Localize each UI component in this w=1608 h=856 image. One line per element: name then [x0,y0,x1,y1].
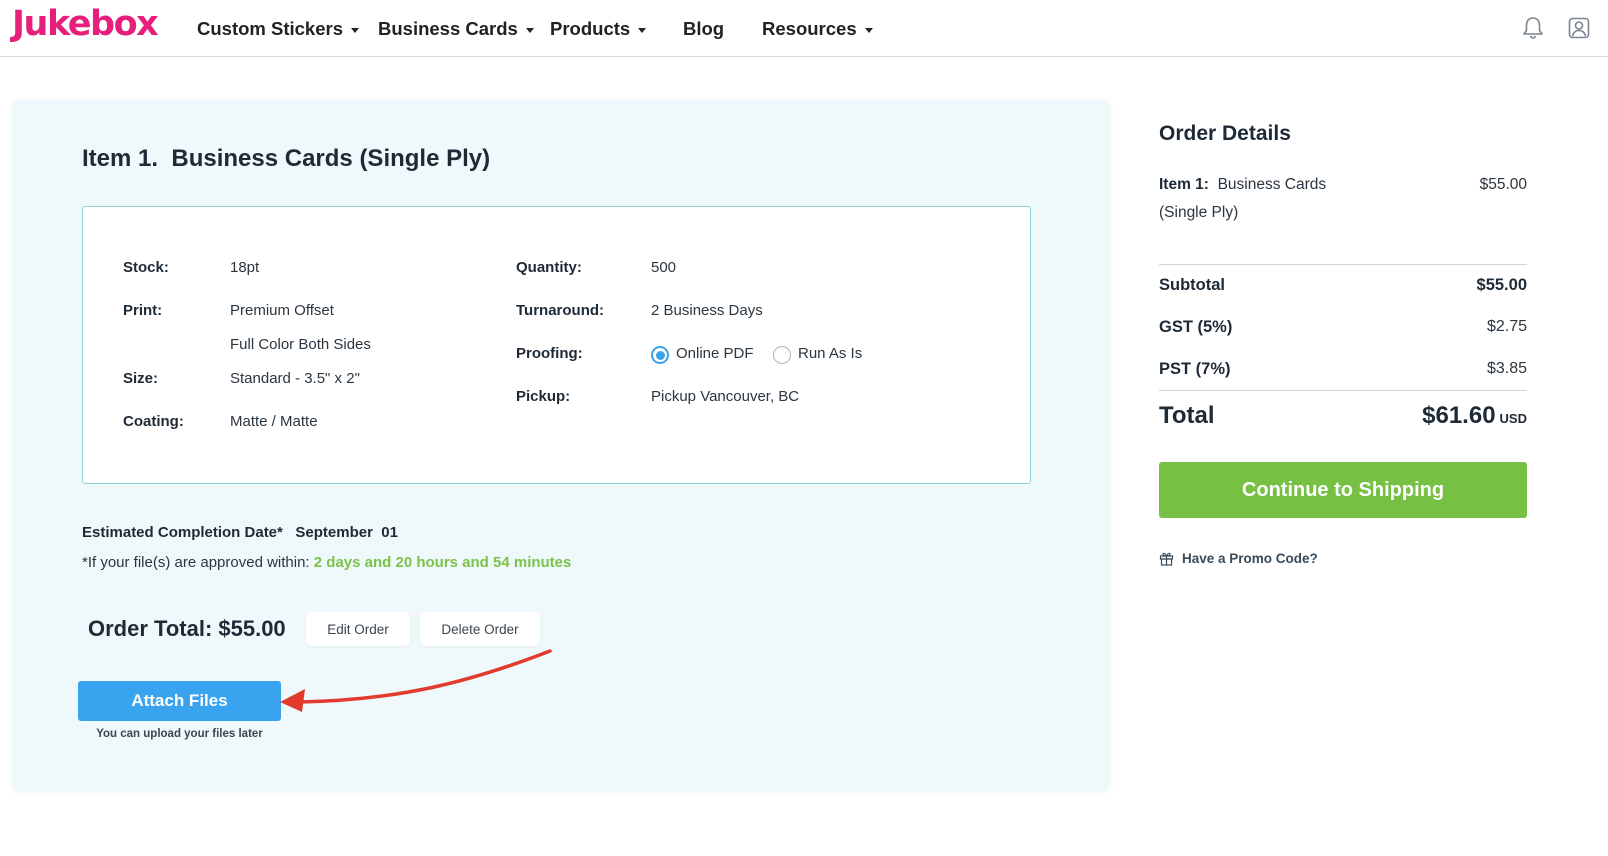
pickup-value: Pickup Vancouver, BC [651,388,800,405]
estimated-label: Estimated Completion Date* [82,524,283,541]
chevron-down-icon [351,27,359,33]
pickup-label: Pickup: [516,388,571,405]
divider [1159,264,1527,265]
divider [1159,390,1527,391]
order-details-title: Order Details [1159,122,1291,145]
attach-files-note: You can upload your files later [96,728,263,740]
turnaround-label: Turnaround: [516,302,605,319]
nav-label: Blog [683,18,725,39]
order-details-item: Item 1: Business Cards (Single Ply) [1159,171,1349,227]
total-value: $61.60 USD [1422,402,1527,430]
delete-order-button[interactable]: Delete Order [420,612,540,646]
total-amount: $61.60 [1422,402,1496,429]
coating-value: Matte / Matte [230,413,318,430]
bell-icon[interactable] [1520,15,1546,41]
proofing-online-pdf-label[interactable]: Online PDF [676,345,754,362]
chevron-down-icon [638,27,647,33]
approval-note: *If your file(s) are approved within: 2 … [82,554,571,571]
print-value-1: Premium Offset [230,302,334,319]
gst-value: $2.75 [1486,318,1527,335]
pst-label: PST (7%) [1159,360,1231,378]
size-value: Standard - 3.5" x 2" [230,370,360,387]
print-value-2: Full Color Both Sides [230,336,371,353]
user-icon[interactable] [1568,17,1590,39]
nav-label: Business Cards [378,18,518,39]
size-label: Size: [123,370,159,387]
proofing-run-as-is-radio[interactable] [773,346,791,364]
chevron-down-icon [525,27,534,33]
quantity-value: 500 [651,259,677,276]
nav-label: Resources [762,18,857,39]
promo-code-link[interactable]: Have a Promo Code? [1159,551,1318,566]
order-total: Order Total: $55.00 [88,616,286,641]
chevron-down-icon [864,27,873,33]
item-title: Item 1. Business Cards (Single Ply) [82,145,491,172]
nav-label: Products [550,18,631,39]
gift-icon [1159,552,1174,566]
nav-business-cards[interactable]: Business Cards [378,18,534,40]
nav-custom-stickers[interactable]: Custom Stickers [197,18,359,40]
coating-label: Coating: [123,413,184,430]
nav-blog[interactable]: Blog [683,18,724,40]
gst-label: GST (5%) [1159,318,1233,336]
stock-label: Stock: [123,259,169,276]
turnaround-value: 2 Business Days [651,302,763,319]
stock-value: 18pt [230,259,260,276]
pst-value: $3.85 [1486,360,1527,377]
order-item-price: $55.00 [1479,176,1527,193]
edit-order-button[interactable]: Edit Order [306,612,410,646]
continue-to-shipping-button[interactable]: Continue to Shipping [1159,462,1527,518]
total-label: Total [1159,402,1215,429]
nav-label: Custom Stickers [197,18,343,39]
attach-files-button[interactable]: Attach Files [78,681,281,721]
approval-countdown: 2 days and 20 hours and 54 minutes [313,554,572,571]
top-navigation: Jukebox Custom Stickers Business Cards P… [0,0,1608,57]
quantity-label: Quantity: [516,259,582,276]
currency-code: USD [1499,411,1527,426]
promo-code-label: Have a Promo Code? [1182,551,1318,566]
item-specs-box: Stock: 18pt Print: Premium Offset Full C… [82,206,1031,484]
order-item-label: Item 1: [1159,176,1209,193]
estimated-date: September 01 [295,524,398,541]
proofing-label: Proofing: [516,345,583,362]
subtotal-value: $55.00 [1476,276,1527,294]
print-label: Print: [123,302,163,319]
estimated-completion: Estimated Completion Date* September 01 [82,524,398,541]
approval-note-text: *If your file(s) are approved within: [82,554,310,571]
proofing-run-as-is-label[interactable]: Run As Is [798,345,862,362]
item-panel: Item 1. Business Cards (Single Ply) Stoc… [12,100,1110,792]
subtotal-label: Subtotal [1159,276,1225,294]
proofing-online-pdf-radio[interactable] [651,346,669,364]
nav-products[interactable]: Products [550,18,647,40]
nav-resources[interactable]: Resources [762,18,873,40]
jukebox-logo[interactable]: Jukebox [12,4,159,44]
